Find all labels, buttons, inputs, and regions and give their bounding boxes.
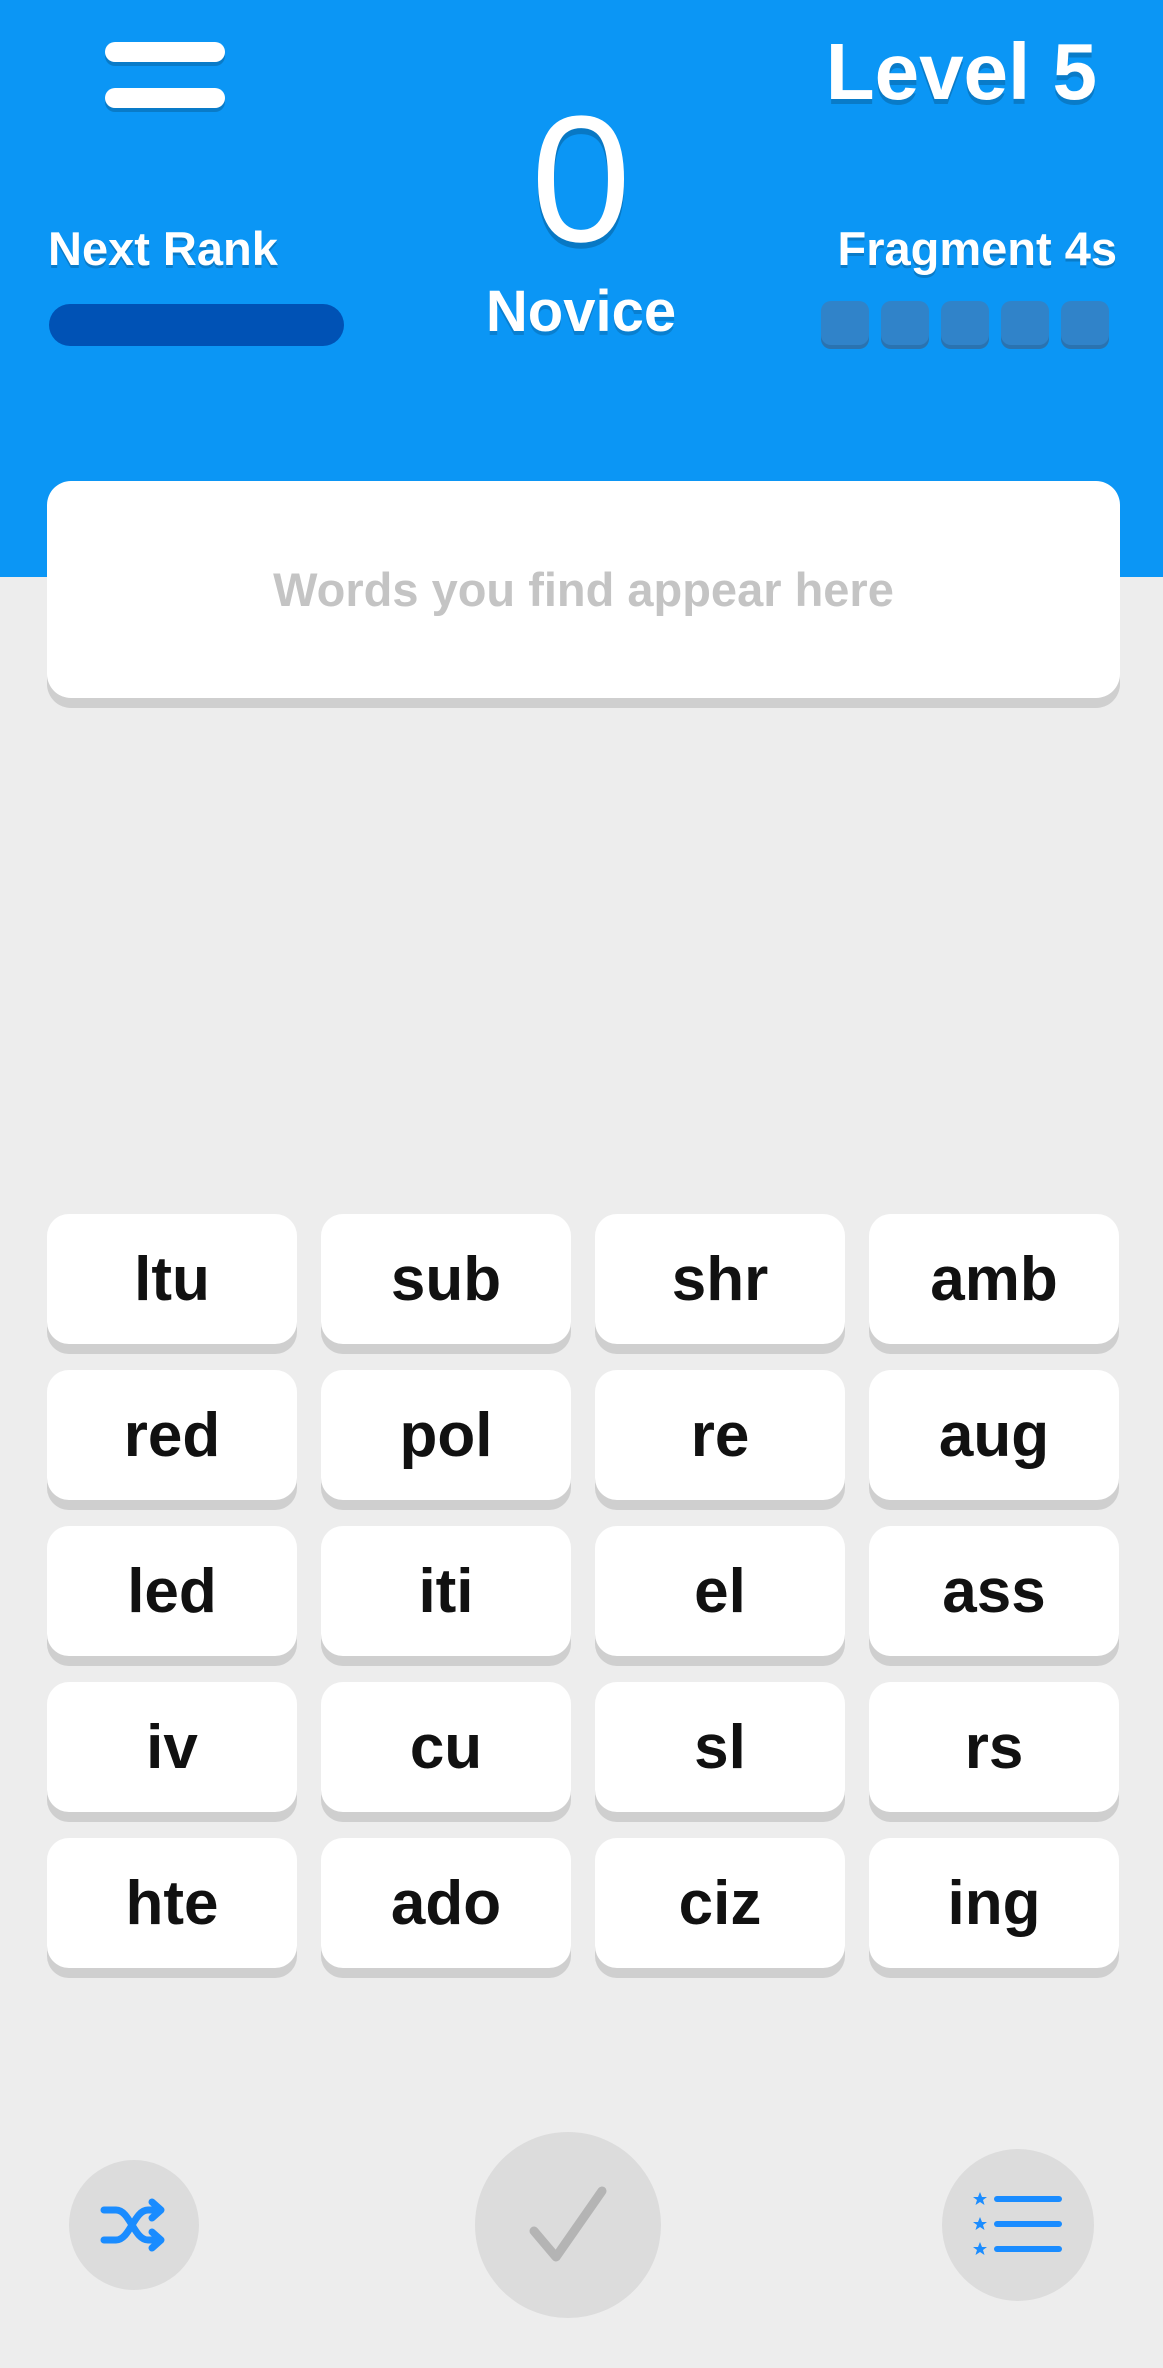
letter-tile[interactable]: led bbox=[47, 1526, 297, 1656]
letter-tile[interactable]: ciz bbox=[595, 1838, 845, 1968]
letter-tile[interactable]: ado bbox=[321, 1838, 571, 1968]
next-rank-label: Next Rank bbox=[48, 222, 278, 275]
submit-word-button[interactable] bbox=[475, 2132, 661, 2318]
fragment-slot bbox=[941, 301, 989, 349]
shuffle-button[interactable] bbox=[69, 2160, 199, 2290]
fragment-slot bbox=[821, 301, 869, 349]
letter-tile[interactable]: ass bbox=[869, 1526, 1119, 1656]
letter-tile[interactable]: iti bbox=[321, 1526, 571, 1656]
letter-tile[interactable]: sl bbox=[595, 1682, 845, 1812]
fragment-slot bbox=[1061, 301, 1109, 349]
checkmark-icon bbox=[529, 2186, 607, 2262]
letter-tile[interactable]: amb bbox=[869, 1214, 1119, 1344]
letter-tile[interactable]: red bbox=[47, 1370, 297, 1500]
found-words-list-button[interactable] bbox=[942, 2149, 1094, 2301]
hamburger-menu-icon[interactable] bbox=[105, 42, 225, 108]
fragment-slots bbox=[821, 301, 1109, 349]
found-words-placeholder: Words you find appear here bbox=[273, 563, 894, 616]
letter-tile-grid: ltu sub shr amb red pol re aug led iti el ass iv cu sl… bbox=[47, 1214, 1120, 1968]
letter-tile[interactable]: aug bbox=[869, 1370, 1119, 1500]
letter-tile[interactable]: ing bbox=[869, 1838, 1119, 1968]
letter-tile[interactable]: iv bbox=[47, 1682, 297, 1812]
letter-tile[interactable]: hte bbox=[47, 1838, 297, 1968]
letter-tile[interactable]: re bbox=[595, 1370, 845, 1500]
letter-tile[interactable]: pol bbox=[321, 1370, 571, 1500]
score-value: 0 bbox=[530, 79, 632, 280]
level-label: Level 5 bbox=[825, 27, 1097, 116]
fragment-slot bbox=[881, 301, 929, 349]
shuffle-icon bbox=[100, 2198, 165, 2252]
next-rank-progress-bar bbox=[49, 304, 344, 346]
letter-tile[interactable]: cu bbox=[321, 1682, 571, 1812]
ranked-list-icon bbox=[973, 2192, 1062, 2255]
fragment-label: Fragment 4s bbox=[837, 222, 1117, 275]
letter-tile[interactable]: el bbox=[595, 1526, 845, 1656]
rank-name: Novice bbox=[485, 279, 677, 344]
letter-tile[interactable]: rs bbox=[869, 1682, 1119, 1812]
letter-tile[interactable]: ltu bbox=[47, 1214, 297, 1344]
letter-tile[interactable]: shr bbox=[595, 1214, 845, 1344]
found-words-panel: Words you find appear here bbox=[47, 481, 1120, 698]
fragment-slot bbox=[1001, 301, 1049, 349]
letter-tile[interactable]: sub bbox=[321, 1214, 571, 1344]
